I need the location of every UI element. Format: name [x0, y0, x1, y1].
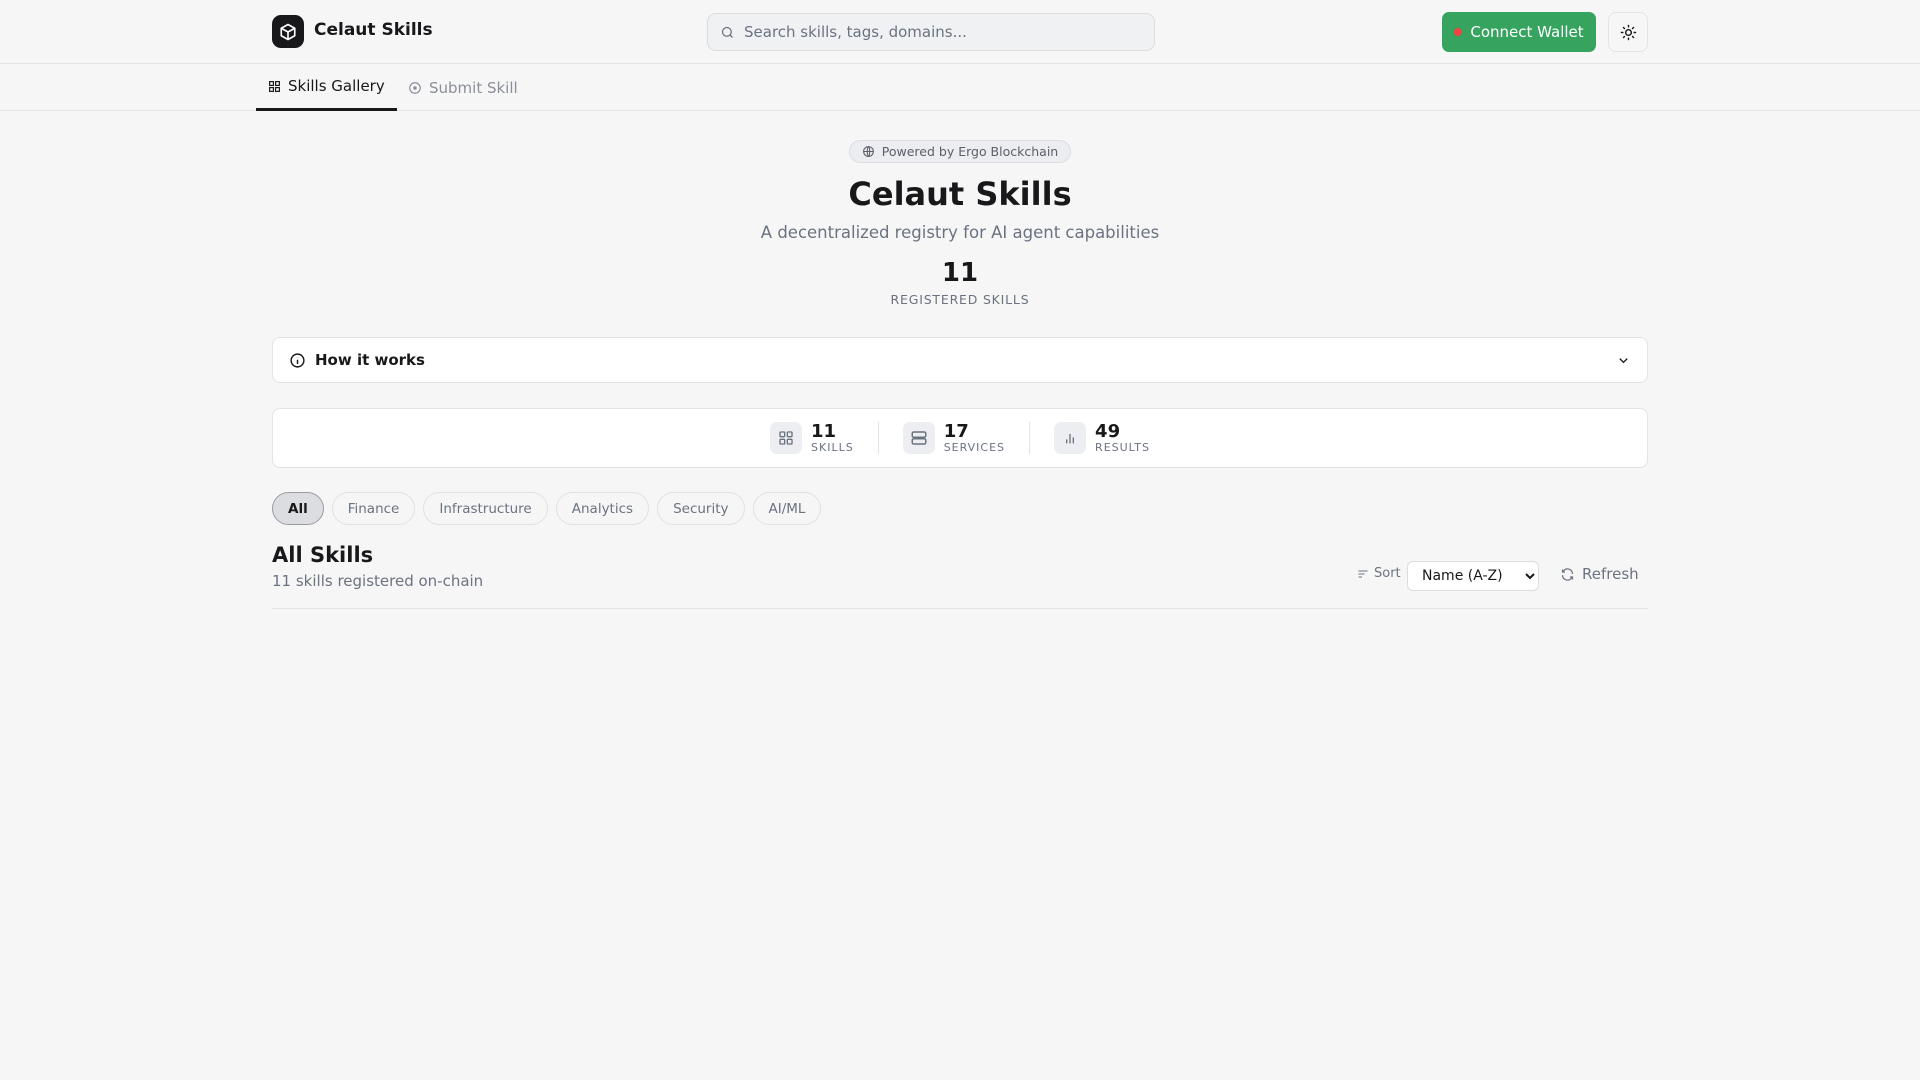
- info-icon: [290, 352, 305, 368]
- hero: Powered by Ergo Blockchain: [0, 140, 1920, 163]
- connect-wallet-label: Connect Wallet: [1470, 23, 1584, 41]
- sort-label-text: Sort: [1374, 566, 1401, 581]
- category-filters: All Finance Infrastructure Analytics Sec…: [272, 492, 822, 525]
- tab-label: Skills Gallery: [288, 77, 385, 95]
- stat-services: 17 SERVICES: [879, 422, 1029, 454]
- sort-label: Sort: [1357, 566, 1401, 581]
- filter-all[interactable]: All: [272, 492, 324, 525]
- filter-finance[interactable]: Finance: [331, 492, 416, 525]
- section-title: All Skills: [272, 543, 374, 567]
- page-subtitle: A decentralized registry for AI agent ca…: [760, 223, 1160, 242]
- grid-icon: [779, 431, 793, 445]
- server-icon: [911, 431, 927, 445]
- wallet-status-dot: [1454, 28, 1463, 36]
- filter-analytics[interactable]: Analytics: [555, 492, 650, 525]
- logo-cube-icon[interactable]: [272, 15, 304, 48]
- stat-results: 49 RESULTS: [1030, 422, 1174, 454]
- chevron-down-icon: [1619, 357, 1628, 363]
- registered-label: REGISTERED SKILLS: [890, 292, 1030, 307]
- stats-bar: 11 SKILLS 17 SERVICES 49 RESULTS: [272, 408, 1648, 468]
- sort-select[interactable]: Name (A-Z): [1407, 561, 1539, 591]
- brand-name[interactable]: Celaut Skills: [314, 20, 433, 40]
- grid-icon: [269, 80, 280, 92]
- refresh-icon: [1561, 567, 1574, 581]
- plus-circle-icon: [409, 81, 421, 94]
- stat-value: 11: [811, 420, 837, 442]
- section-subtitle: 11 skills registered on-chain: [272, 572, 484, 590]
- connect-wallet-button[interactable]: Connect Wallet: [1442, 12, 1596, 52]
- how-it-works-label: How it works: [315, 351, 425, 369]
- filter-security[interactable]: Security: [657, 492, 745, 525]
- section-divider: [272, 608, 1648, 609]
- sun-icon: [1620, 24, 1636, 40]
- badge-text: Powered by Ergo Blockchain: [881, 144, 1059, 159]
- filter-infrastructure[interactable]: Infrastructure: [423, 492, 548, 525]
- how-it-works-toggle[interactable]: How it works: [272, 337, 1648, 383]
- tab-submit-skill[interactable]: Submit Skill: [396, 64, 530, 111]
- refresh-label: Refresh: [1582, 565, 1639, 583]
- bar-chart-icon: [1066, 434, 1075, 444]
- stat-label: SERVICES: [943, 440, 1006, 454]
- filter-ai-ml[interactable]: AI/ML: [752, 492, 822, 525]
- stat-value: 17: [943, 420, 969, 442]
- sort-lines-icon: [1358, 569, 1368, 578]
- stat-label: RESULTS: [1095, 440, 1150, 454]
- stat-skills: 11 SKILLS: [746, 422, 878, 454]
- search-input[interactable]: [744, 23, 1124, 41]
- stat-label: SKILLS: [811, 440, 854, 454]
- registered-count: 11: [941, 258, 979, 288]
- stat-value: 49: [1095, 420, 1121, 442]
- refresh-button[interactable]: Refresh: [1560, 565, 1639, 583]
- powered-by-badge: Powered by Ergo Blockchain: [848, 140, 1072, 163]
- tab-skills-gallery[interactable]: Skills Gallery: [256, 64, 397, 111]
- theme-toggle-button[interactable]: [1608, 12, 1648, 52]
- search-box[interactable]: [707, 13, 1155, 51]
- globe-icon: [862, 146, 874, 157]
- search-icon: [721, 26, 733, 38]
- page-title: Celaut Skills: [848, 175, 1072, 213]
- tab-label: Submit Skill: [429, 78, 518, 97]
